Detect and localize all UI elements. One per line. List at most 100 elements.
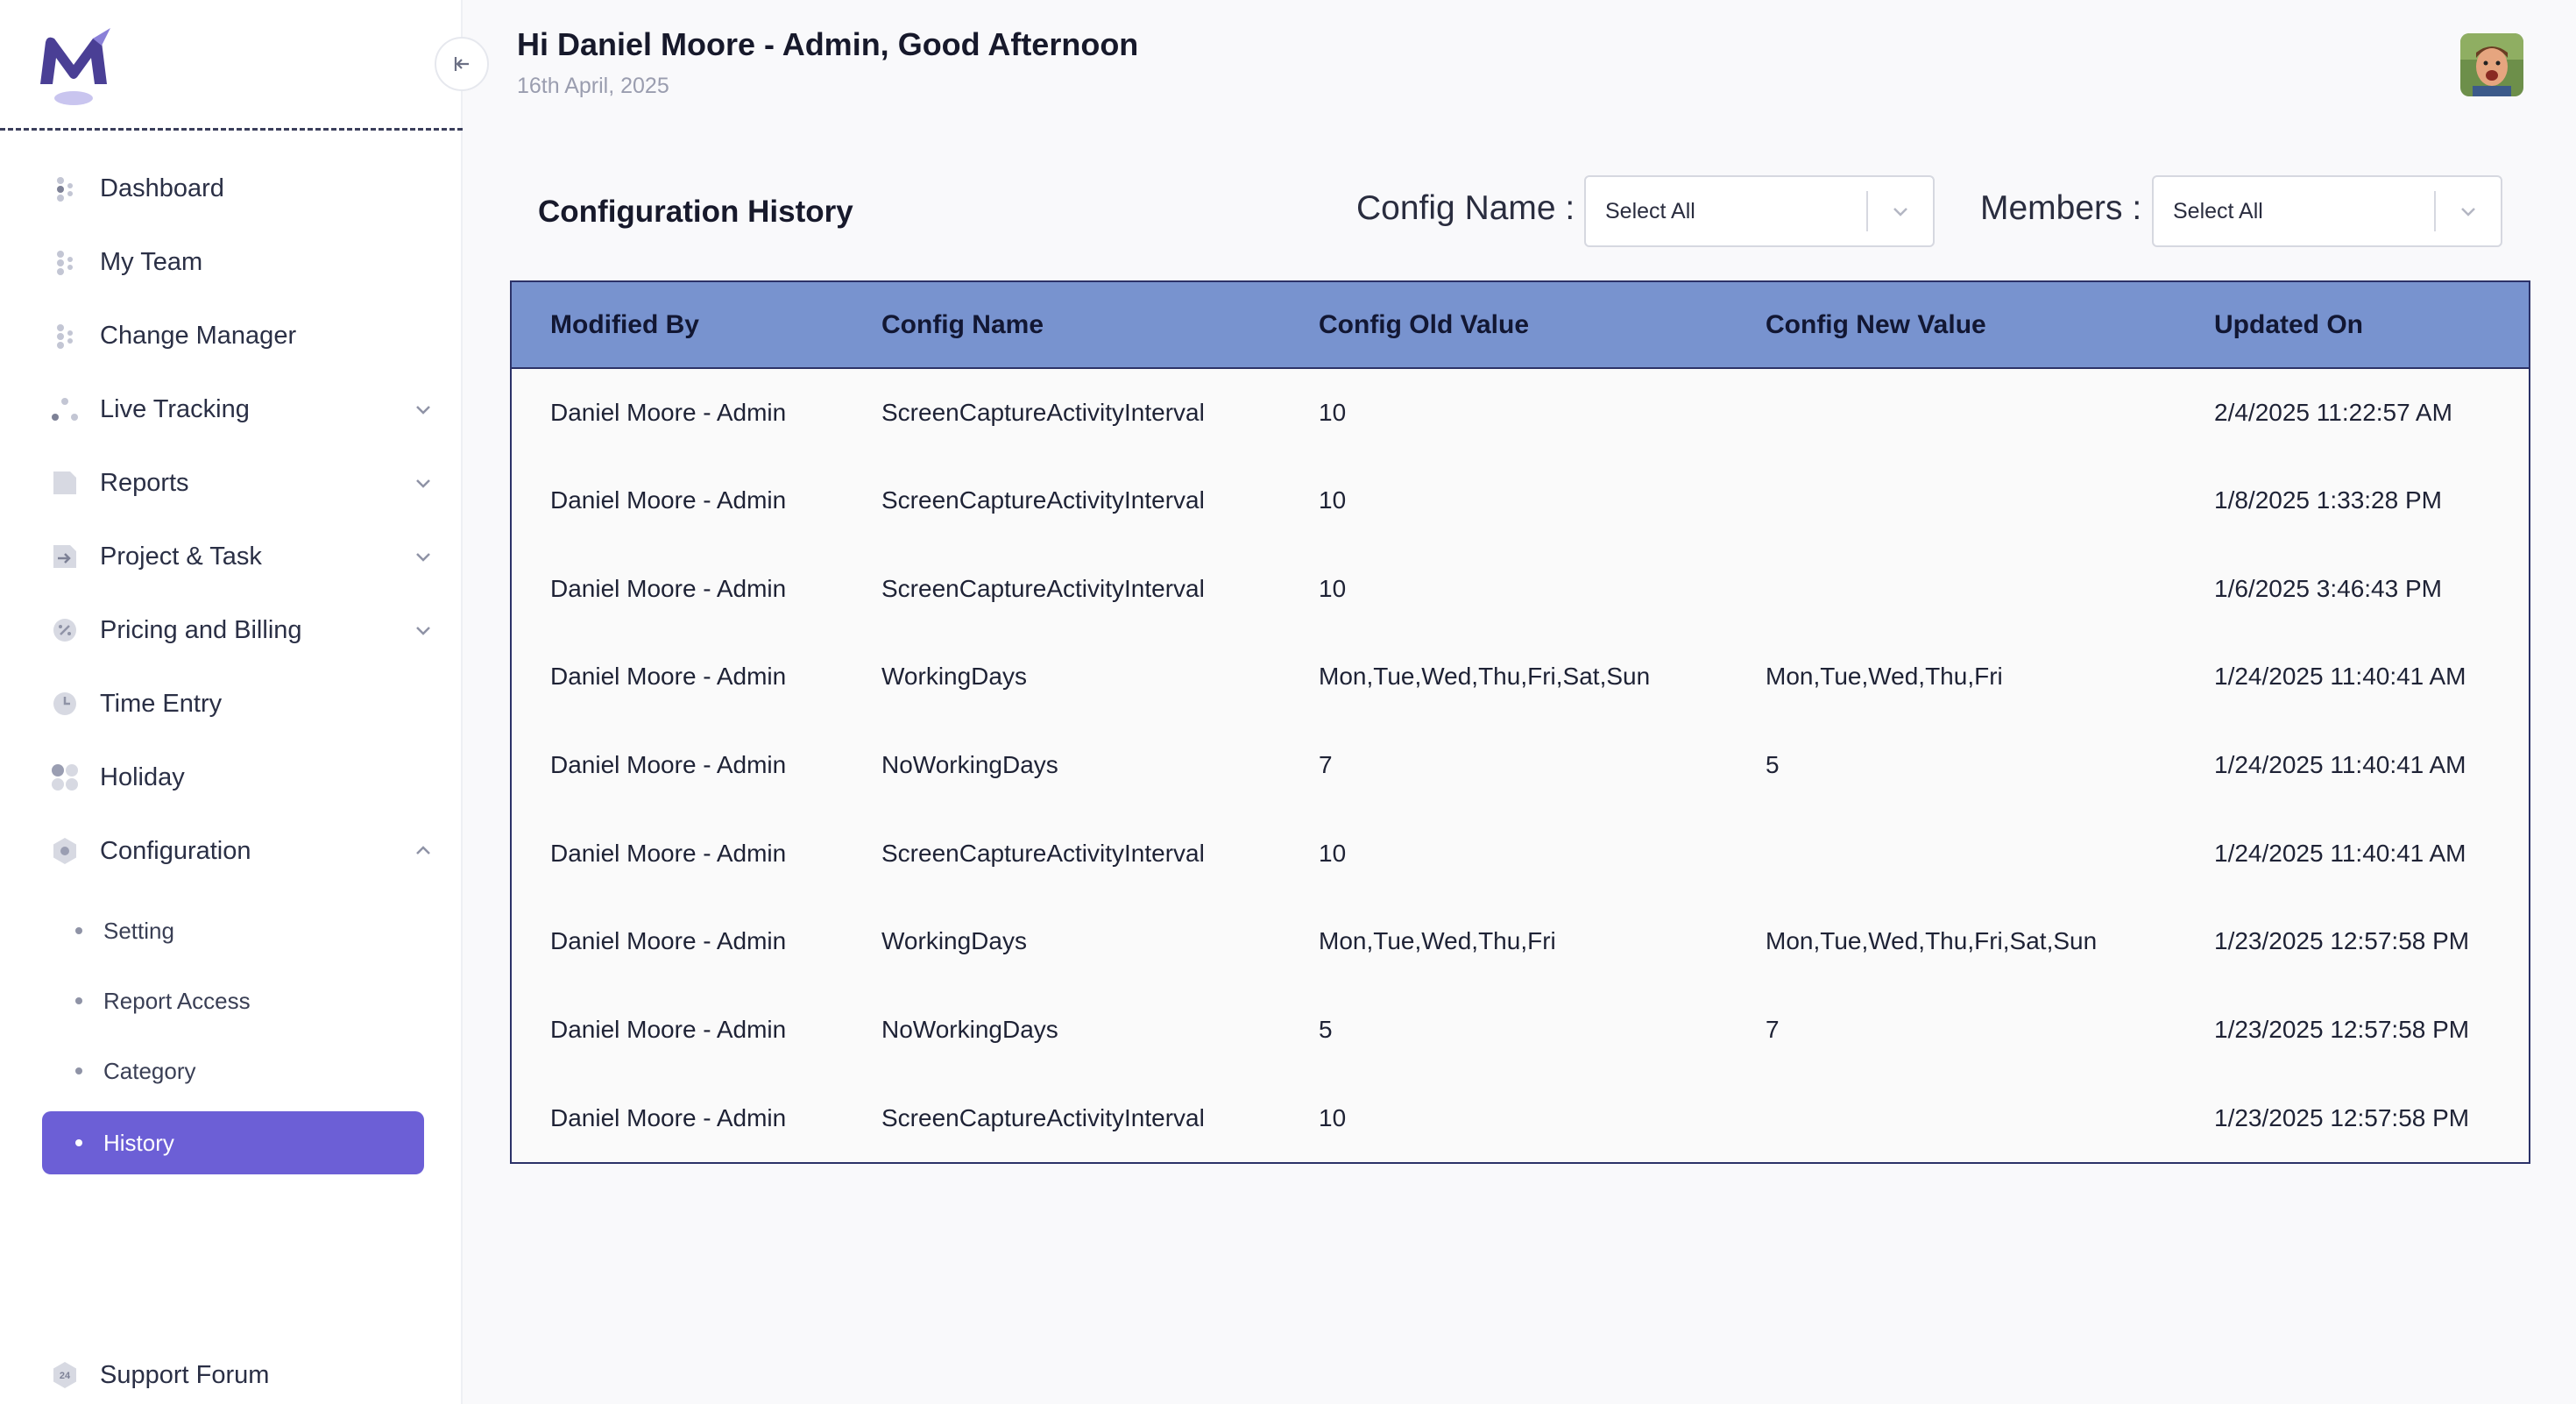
sidebar-subitem-history[interactable]: History [42, 1111, 424, 1174]
bullet-icon [75, 927, 82, 934]
cell-config-name: NoWorkingDays [881, 1016, 1058, 1044]
bullet-icon [75, 1067, 82, 1074]
clock-icon [42, 681, 88, 727]
cell-updated-on: 1/23/2025 12:57:58 PM [2214, 1103, 2470, 1131]
team-icon [42, 239, 88, 285]
members-select-value: Select All [2173, 198, 2263, 223]
sidebar-item-my-team[interactable]: My Team [42, 231, 435, 293]
reports-icon [42, 460, 88, 506]
sidebar-subitem-label: Setting [103, 917, 174, 944]
sidebar-item-time-entry[interactable]: Time Entry [42, 673, 435, 734]
sidebar-subitem-report-access[interactable]: Report Access [42, 969, 424, 1032]
project-icon [42, 534, 88, 579]
change-manager-icon [42, 313, 88, 358]
cell-config-name: WorkingDays [881, 927, 1027, 955]
chevron-down-icon[interactable] [2436, 200, 2501, 223]
gear-icon [42, 828, 88, 874]
chevron-down-icon[interactable] [1868, 200, 1933, 223]
cell-modified-by: Daniel Moore - Admin [550, 486, 787, 514]
cell-old-value: 10 [1319, 839, 1347, 867]
cell-config-name: ScreenCaptureActivityInterval [881, 574, 1205, 602]
chevron-up-icon[interactable] [412, 840, 435, 862]
support-badge: 24 [60, 1371, 71, 1381]
sidebar-item-dashboard[interactable]: Dashboard [42, 158, 435, 219]
column-header-config-name[interactable]: Config Name [843, 282, 1280, 368]
table-row: Daniel Moore - Admin ScreenCaptureActivit… [512, 368, 2529, 457]
cell-updated-on: 1/24/2025 11:40:41 AM [2214, 663, 2466, 691]
sidebar-item-project-task[interactable]: Project & Task [42, 526, 435, 587]
chevron-down-icon[interactable] [412, 472, 435, 494]
sidebar-item-label: Live Tracking [100, 394, 250, 423]
arrow-left-icon [454, 57, 469, 71]
sidebar-subitem-label: Category [103, 1057, 196, 1084]
chevron-down-icon[interactable] [412, 545, 435, 568]
sidebar-subitem-category[interactable]: Category [42, 1039, 424, 1103]
sidebar-subitem-label: Report Access [103, 987, 251, 1014]
table-row: Daniel Moore - Admin ScreenCaptureActivit… [512, 544, 2529, 633]
table-row: Daniel Moore - Admin ScreenCaptureActivit… [512, 1074, 2529, 1163]
support-24-icon: 24 [42, 1352, 88, 1398]
cell-updated-on: 1/24/2025 11:40:41 AM [2214, 839, 2466, 867]
billing-icon [42, 607, 88, 653]
sidebar-subitem-label: History [103, 1129, 174, 1156]
cell-old-value: 10 [1319, 486, 1347, 514]
cell-modified-by: Daniel Moore - Admin [550, 839, 787, 867]
sidebar-item-label: Holiday [100, 762, 185, 791]
table-row: Daniel Moore - Admin NoWorkingDays 5 7 1/23/… [512, 986, 2529, 1074]
cell-updated-on: 1/24/2025 11:40:41 AM [2214, 751, 2466, 779]
sidebar-item-pricing-billing[interactable]: Pricing and Billing [42, 599, 435, 661]
cell-modified-by: Daniel Moore - Admin [550, 1016, 787, 1044]
sidebar-item-label: Dashboard [100, 174, 224, 202]
cell-config-name: ScreenCaptureActivityInterval [881, 486, 1205, 514]
table-row: Daniel Moore - Admin ScreenCaptureActivit… [512, 457, 2529, 545]
current-date: 16th April, 2025 [517, 74, 669, 98]
config-name-select[interactable]: Select All [1584, 175, 1935, 247]
dashboard-icon [42, 166, 88, 211]
config-name-select-value: Select All [1605, 198, 1695, 223]
sidebar-subitem-setting[interactable]: Setting [42, 899, 424, 962]
cell-new-value [1727, 457, 2176, 545]
cell-modified-by: Daniel Moore - Admin [550, 1103, 787, 1131]
cell-new-value [1727, 544, 2176, 633]
sidebar-item-live-tracking[interactable]: Live Tracking [42, 379, 435, 440]
cell-config-name: ScreenCaptureActivityInterval [881, 839, 1205, 867]
sidebar-item-holiday[interactable]: Holiday [42, 747, 435, 808]
sidebar-item-configuration[interactable]: Configuration [42, 820, 435, 882]
cell-updated-on: 1/8/2025 1:33:28 PM [2214, 486, 2442, 514]
cell-config-name: ScreenCaptureActivityInterval [881, 1103, 1205, 1131]
cell-modified-by: Daniel Moore - Admin [550, 398, 787, 426]
column-header-new-value[interactable]: Config New Value [1727, 282, 2176, 368]
cell-config-name: WorkingDays [881, 663, 1027, 691]
cell-new-value: Mon,Tue,Wed,Thu,Fri [1766, 663, 2003, 691]
sidebar-item-reports[interactable]: Reports [42, 452, 435, 514]
sidebar-item-label: Time Entry [100, 689, 223, 718]
chevron-down-icon[interactable] [412, 398, 435, 421]
bullet-icon [75, 1139, 82, 1146]
sidebar-item-support-forum[interactable]: 24 Support Forum [42, 1344, 435, 1404]
cell-old-value: 10 [1319, 1103, 1347, 1131]
sidebar-item-label: Project & Task [100, 542, 262, 571]
cell-old-value: Mon,Tue,Wed,Thu,Fri,Sat,Sun [1319, 663, 1651, 691]
config-name-filter-label: Config Name : [1356, 189, 1575, 227]
sidebar: Dashboard My Team Change Manager Live Tr… [0, 0, 463, 1404]
column-header-old-value[interactable]: Config Old Value [1280, 282, 1727, 368]
cell-modified-by: Daniel Moore - Admin [550, 751, 787, 779]
avatar[interactable] [2460, 33, 2523, 96]
cell-modified-by: Daniel Moore - Admin [550, 574, 787, 602]
cell-new-value [1727, 368, 2176, 457]
cell-updated-on: 1/6/2025 3:46:43 PM [2214, 574, 2442, 602]
chevron-down-icon[interactable] [412, 619, 435, 642]
page-title: Configuration History [538, 195, 853, 229]
app-logo[interactable] [32, 23, 116, 107]
table-header-row: Modified By Config Name Config Old Value… [512, 282, 2529, 368]
members-filter-label: Members : [1980, 189, 2142, 227]
column-header-modified-by[interactable]: Modified By [512, 282, 843, 368]
column-header-updated-on[interactable]: Updated On [2176, 282, 2529, 368]
members-select[interactable]: Select All [2152, 175, 2502, 247]
cell-old-value: 5 [1319, 1016, 1333, 1044]
sidebar-item-label: Support Forum [100, 1360, 270, 1389]
cell-new-value [1727, 809, 2176, 897]
table-row: Daniel Moore - Admin ScreenCaptureActivit… [512, 809, 2529, 897]
collapse-sidebar-button[interactable] [435, 37, 489, 91]
sidebar-item-change-manager[interactable]: Change Manager [42, 305, 435, 366]
